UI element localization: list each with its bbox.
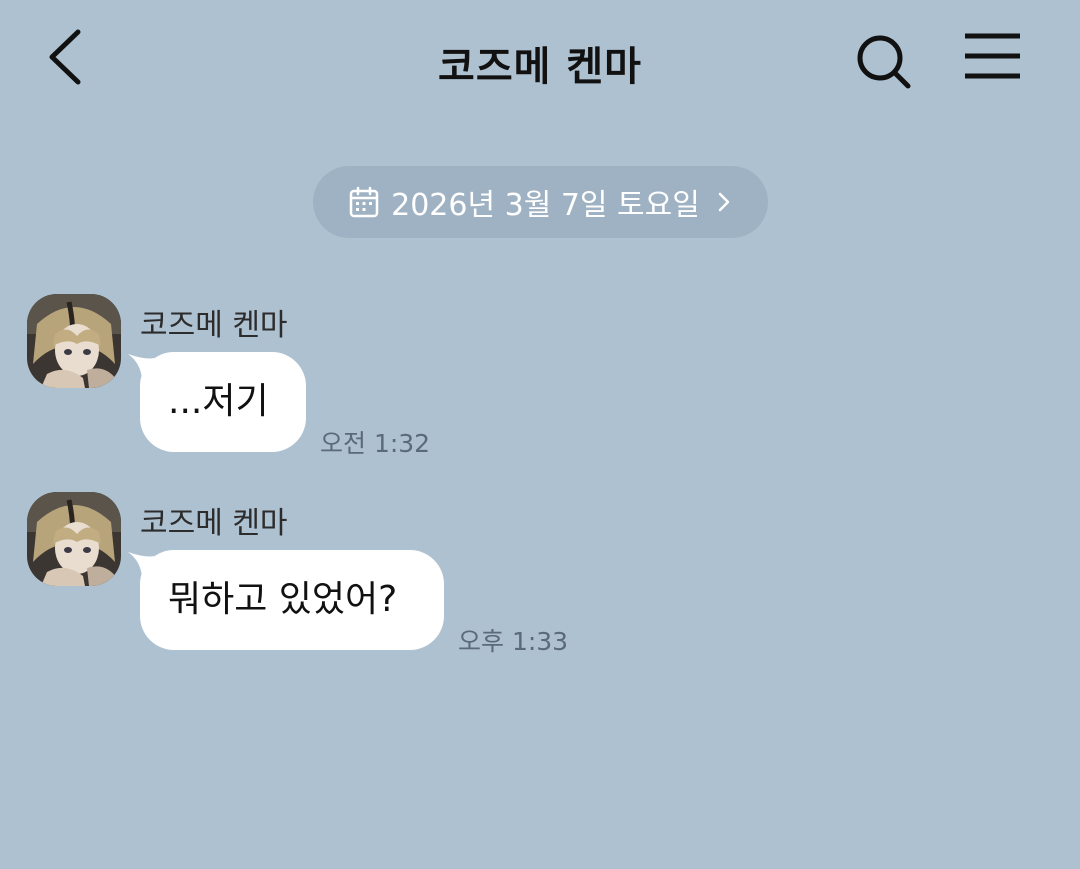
message-time: 오전 1:32 bbox=[320, 429, 431, 458]
avatar-image bbox=[27, 294, 121, 388]
chat-title: 코즈메 켄마 bbox=[438, 44, 642, 90]
message-bubble[interactable]: 뭐하고 있었어? bbox=[140, 550, 444, 650]
menu-button[interactable] bbox=[960, 30, 1026, 82]
date-divider-label: 2026년 3월 7일 토요일 bbox=[391, 188, 700, 223]
search-button[interactable] bbox=[850, 30, 916, 94]
date-divider[interactable]: 2026년 3월 7일 토요일 bbox=[313, 166, 768, 238]
hamburger-menu-icon bbox=[965, 33, 1020, 79]
avatar[interactable] bbox=[27, 492, 121, 586]
sender-name: 코즈메 켄마 bbox=[140, 506, 288, 541]
calendar-icon bbox=[349, 186, 379, 218]
search-icon bbox=[857, 35, 911, 89]
message-time: 오후 1:33 bbox=[458, 627, 569, 656]
chevron-right-icon bbox=[718, 192, 730, 212]
message-bubble[interactable]: ...저기 bbox=[140, 352, 306, 452]
sender-name: 코즈메 켄마 bbox=[140, 308, 288, 343]
avatar[interactable] bbox=[27, 294, 121, 388]
chat-header: 코즈메 켄마 bbox=[0, 0, 1080, 120]
avatar-image bbox=[27, 492, 121, 586]
